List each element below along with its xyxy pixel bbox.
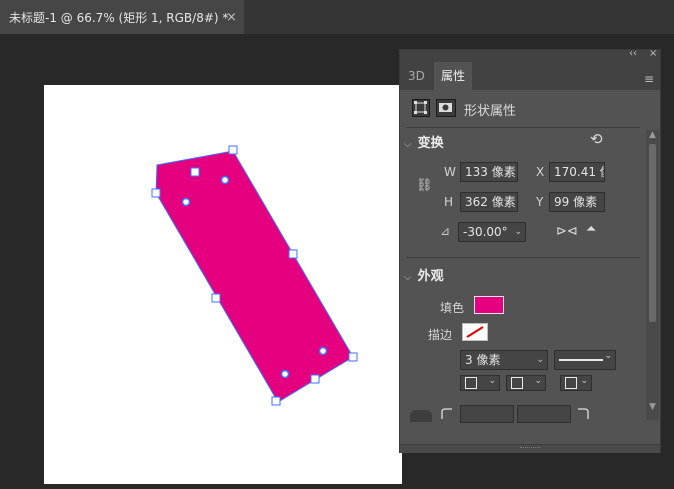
solid-line-preview	[559, 359, 603, 361]
angle-dropdown[interactable]: -30.00° ⌄	[458, 222, 526, 242]
angle-icon: ⊿	[440, 224, 451, 238]
stroke-color-swatch[interactable]	[462, 323, 488, 341]
chevron-down-icon: ⌄	[488, 376, 496, 386]
artwork	[151, 145, 358, 406]
transform-mode-icon[interactable]	[412, 99, 430, 117]
stroke-type-dropdown[interactable]: ⌄	[554, 350, 616, 370]
stroke-width-dropdown[interactable]: 3 像素 ⌄	[460, 350, 548, 370]
mask-mode-icon[interactable]	[436, 99, 456, 117]
corner-radius-top-right-field[interactable]	[517, 405, 571, 423]
panel-header: ‹‹ ×	[400, 48, 660, 62]
mask-icon	[439, 103, 452, 112]
corner-top-right-icon	[578, 408, 589, 419]
divider	[406, 257, 640, 258]
tab-3d[interactable]: 3D	[408, 62, 425, 90]
reset-transform-icon[interactable]: ⟲	[590, 130, 603, 148]
radius-widget-4[interactable]	[280, 369, 290, 379]
divider	[406, 127, 640, 128]
handle-right-mid[interactable]	[288, 249, 298, 259]
x-field[interactable]: 170.41 像	[549, 162, 605, 182]
scroll-up-arrow[interactable]: ▲	[649, 130, 656, 140]
y-label: Y	[536, 195, 544, 209]
document-tab[interactable]: 未标题-1 @ 66.7% (矩形 1, RGB/8#) * ×	[0, 0, 244, 34]
transform-heading: 变换	[417, 136, 444, 151]
bounding-box-icon	[414, 101, 427, 114]
stroke-corner-dropdown[interactable]: ⌄	[560, 375, 592, 391]
scroll-thumb[interactable]	[649, 144, 656, 322]
stroke-align-icon	[465, 377, 477, 389]
transform-section-header[interactable]: ⌵ 变换	[404, 132, 444, 151]
kind-label: 形状属性	[464, 104, 517, 119]
chevron-down-icon: ⌄	[580, 376, 588, 386]
h-label: H	[444, 195, 454, 209]
stroke-cap-icon	[511, 377, 523, 389]
chevron-down-icon: ⌵	[404, 272, 412, 283]
panel-tabs: 3D 属性 ≡	[400, 62, 660, 90]
link-icon[interactable]: ⛓	[416, 178, 433, 193]
kind-row: 形状属性	[400, 90, 646, 126]
resize-grip[interactable]	[520, 447, 540, 451]
panel-footer	[400, 444, 660, 453]
x-label: X	[536, 165, 545, 179]
handle-bottom[interactable]	[271, 396, 281, 406]
handle-right[interactable]	[348, 352, 358, 362]
handle-left-mid[interactable]	[211, 293, 221, 303]
corner-top-left-icon	[441, 408, 452, 419]
close-tab-icon[interactable]: ×	[226, 10, 237, 25]
w-label: W	[444, 165, 456, 179]
angle-value: -30.00°	[463, 225, 508, 239]
handle-top-left[interactable]	[190, 167, 200, 177]
document-tab-bar: 未标题-1 @ 66.7% (矩形 1, RGB/8#) * ×	[0, 0, 674, 34]
appearance-section-header[interactable]: ⌵ 外观	[404, 265, 444, 284]
stroke-align-dropdown[interactable]: ⌄	[460, 375, 500, 391]
fill-color-swatch[interactable]	[474, 296, 504, 314]
radius-widget-3[interactable]	[318, 346, 328, 356]
height-field[interactable]: 362 像素	[460, 192, 518, 212]
corner-link-icon[interactable]	[410, 410, 432, 422]
handle-bottom-mid[interactable]	[310, 374, 320, 384]
flip-vertical-icon[interactable]: ⏶	[586, 222, 596, 237]
flip-horizontal-icon[interactable]: ⊳⊲	[556, 224, 578, 239]
chevron-down-icon: ⌵	[404, 139, 412, 150]
chevron-down-icon: ⌄	[534, 376, 542, 386]
chevron-down-icon: ⌄	[604, 351, 612, 361]
collapse-panel-icon[interactable]: ‹‹	[629, 48, 637, 59]
scroll-down-arrow[interactable]: ▼	[649, 402, 656, 412]
fill-label: 填色	[440, 301, 465, 315]
no-color-icon	[466, 326, 484, 338]
tab-properties[interactable]: 属性	[434, 62, 472, 90]
handle-left[interactable]	[151, 188, 161, 198]
chevron-down-icon: ⌄	[536, 355, 544, 365]
chevron-down-icon: ⌄	[514, 227, 522, 237]
document-canvas[interactable]	[44, 85, 402, 484]
stroke-width-value: 3 像素	[465, 353, 501, 367]
panel-menu-icon[interactable]: ≡	[644, 72, 654, 86]
panel-close-icon[interactable]: ×	[649, 48, 657, 59]
document-tab-title: 未标题-1 @ 66.7% (矩形 1, RGB/8#) *	[9, 10, 229, 25]
width-field[interactable]: 133 像素	[460, 162, 518, 182]
stroke-cap-dropdown[interactable]: ⌄	[506, 375, 546, 391]
radius-widget-2[interactable]	[181, 197, 191, 207]
handle-top[interactable]	[228, 145, 238, 155]
stroke-corner-icon	[565, 377, 577, 389]
rectangle-shape[interactable]	[155, 150, 354, 403]
radius-widget-1[interactable]	[220, 175, 230, 185]
stroke-label: 描边	[428, 328, 453, 342]
panel-scrollbar[interactable]: ▲ ▼	[646, 130, 659, 420]
appearance-heading: 外观	[417, 269, 444, 284]
properties-panel: ‹‹ × 3D 属性 ≡ 形状属性 ⌵ 变换 ⟲ W 133 像素 X 170.4…	[399, 48, 661, 453]
y-field[interactable]: 99 像素	[549, 192, 605, 212]
corner-radius-top-left-field[interactable]	[460, 405, 514, 423]
